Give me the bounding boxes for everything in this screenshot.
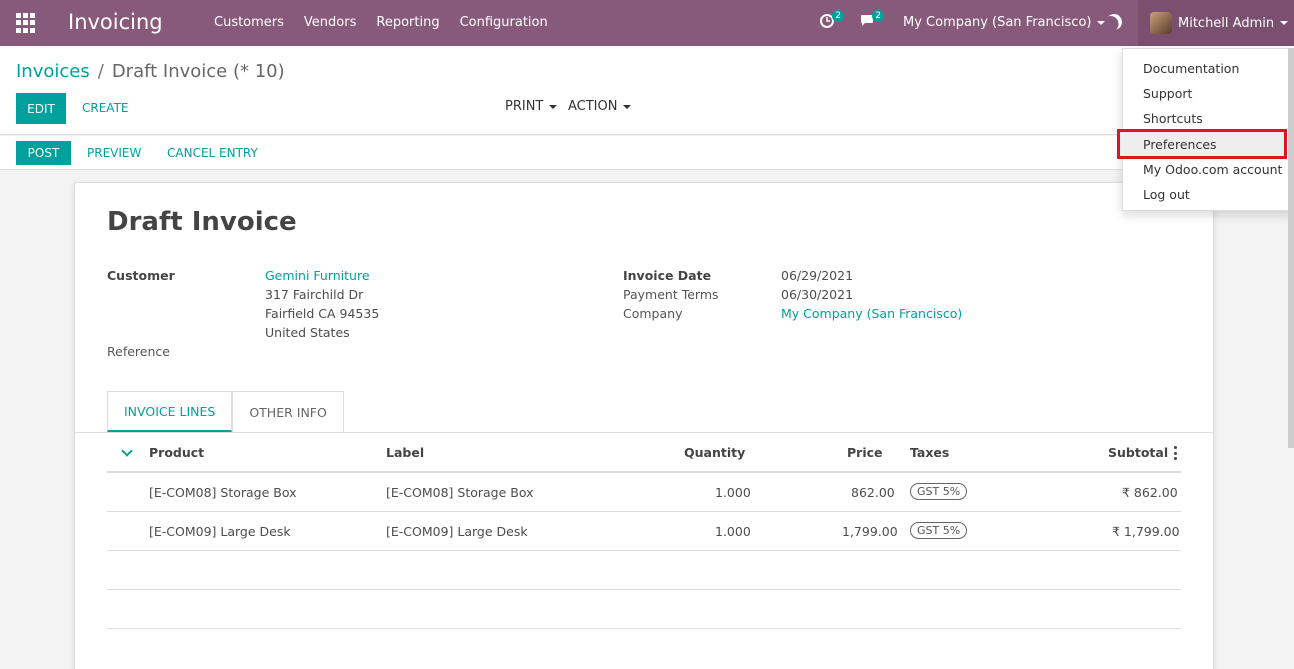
company-name: My Company (San Francisco) <box>903 15 1092 30</box>
user-name: Mitchell Admin <box>1178 15 1275 31</box>
avatar <box>1150 12 1172 34</box>
invoice-form-sheet: Draft Invoice Customer Gemini Furniture … <box>74 182 1214 669</box>
header-product[interactable]: Product <box>149 445 204 460</box>
chevron-down-icon <box>1280 21 1289 25</box>
messages-chat-icon[interactable]: 2 <box>860 10 884 32</box>
breadcrumb-separator: / <box>97 61 104 82</box>
chevron-down-icon <box>1097 20 1106 25</box>
tab-other-info[interactable]: OTHER INFO <box>232 391 344 432</box>
payment-terms-value: 06/30/2021 <box>781 287 854 302</box>
empty-table-row <box>107 590 1181 629</box>
cell-label: [E-COM09] Large Desk <box>386 524 528 539</box>
table-row[interactable]: [E-COM08] Storage Box [E-COM08] Storage … <box>107 473 1181 512</box>
cell-price: 1,799.00 <box>842 524 898 539</box>
top-navbar: Invoicing Customers Vendors Reporting Co… <box>0 0 1294 46</box>
activity-badge: 2 <box>832 10 844 22</box>
company-switcher[interactable]: My Company (San Francisco) <box>903 15 1106 30</box>
status-bar: POST PREVIEW CANCEL ENTRY <box>0 136 1294 170</box>
post-button[interactable]: POST <box>16 141 71 165</box>
optional-columns-kebab-icon[interactable] <box>1174 446 1178 460</box>
customer-address-line-2: Fairfield CA 94535 <box>265 306 380 321</box>
print-label: PRINT <box>505 99 544 114</box>
cell-product: [E-COM08] Storage Box <box>149 485 297 500</box>
control-panel: Invoices / Draft Invoice (* 10) EDIT CREAT… <box>0 46 1294 135</box>
tax-badge: GST 5% <box>910 483 968 500</box>
main-menu: Customers Vendors Reporting Configuratio… <box>214 15 548 30</box>
header-price[interactable]: Price <box>847 445 883 460</box>
header-subtotal[interactable]: Subtotal <box>1108 445 1168 460</box>
chevron-down-icon[interactable] <box>121 445 133 457</box>
header-label[interactable]: Label <box>386 445 424 460</box>
invoice-title: Draft Invoice <box>107 207 297 237</box>
breadcrumb-current: Draft Invoice (* 10) <box>111 61 285 82</box>
company-label: Company <box>623 306 683 321</box>
edit-button[interactable]: EDIT <box>16 93 66 124</box>
user-menu-toggle[interactable]: Mitchell Admin <box>1138 0 1294 46</box>
menu-item-preferences[interactable]: Preferences <box>1143 137 1217 152</box>
messages-badge: 2 <box>872 10 884 22</box>
breadcrumb-invoices-link[interactable]: Invoices <box>16 61 90 82</box>
form-tabs: INVOICE LINES OTHER INFO <box>107 391 344 432</box>
invoice-lines-table: Product Label Quantity Price Taxes Subto… <box>107 433 1181 629</box>
cell-quantity: 1.000 <box>715 524 751 539</box>
company-link[interactable]: My Company (San Francisco) <box>781 306 962 321</box>
dark-mode-moon-icon[interactable] <box>1103 11 1125 33</box>
customer-address-line-3: United States <box>265 325 350 340</box>
chevron-down-icon <box>623 104 632 109</box>
cell-subtotal: ₹ 1,799.00 <box>1112 524 1180 539</box>
cell-quantity: 1.000 <box>715 485 751 500</box>
tax-badge: GST 5% <box>910 522 968 539</box>
menu-item-logout[interactable]: Log out <box>1143 187 1190 202</box>
cell-product: [E-COM09] Large Desk <box>149 524 291 539</box>
invoice-date-label: Invoice Date <box>623 268 712 283</box>
action-dropdown[interactable]: ACTION <box>568 99 632 114</box>
table-header: Product Label Quantity Price Taxes Subto… <box>107 433 1181 473</box>
menu-item-odoo-account[interactable]: My Odoo.com account <box>1143 162 1282 177</box>
menu-item-documentation[interactable]: Documentation <box>1143 61 1239 76</box>
customer-label: Customer <box>107 268 175 283</box>
menu-vendors[interactable]: Vendors <box>304 15 356 30</box>
invoice-date-value: 06/29/2021 <box>781 268 854 283</box>
menu-item-support[interactable]: Support <box>1143 86 1192 101</box>
menu-reporting[interactable]: Reporting <box>376 15 439 30</box>
breadcrumb: Invoices / Draft Invoice (* 10) <box>16 61 285 82</box>
cell-label: [E-COM08] Storage Box <box>386 485 534 500</box>
app-title[interactable]: Invoicing <box>68 10 163 34</box>
preview-button[interactable]: PREVIEW <box>87 146 141 160</box>
user-dropdown-menu: Documentation Support Shortcuts Preferen… <box>1117 48 1294 211</box>
empty-table-row <box>107 551 1181 590</box>
page-scrollbar[interactable] <box>1288 48 1294 448</box>
menu-item-shortcuts[interactable]: Shortcuts <box>1143 111 1203 126</box>
header-quantity[interactable]: Quantity <box>684 445 745 460</box>
chevron-down-icon <box>549 104 558 109</box>
tab-invoice-lines[interactable]: INVOICE LINES <box>107 391 233 432</box>
table-row[interactable]: [E-COM09] Large Desk [E-COM09] Large Des… <box>107 512 1181 551</box>
payment-terms-label: Payment Terms <box>623 287 719 302</box>
create-button[interactable]: CREATE <box>82 101 129 115</box>
cell-price: 862.00 <box>851 485 895 500</box>
activity-clock-icon[interactable]: 2 <box>820 10 844 32</box>
header-taxes[interactable]: Taxes <box>910 445 949 460</box>
menu-configuration[interactable]: Configuration <box>460 15 548 30</box>
reference-label: Reference <box>107 344 170 359</box>
action-label: ACTION <box>568 99 618 114</box>
apps-menu-icon[interactable] <box>16 13 36 33</box>
customer-link[interactable]: Gemini Furniture <box>265 268 370 283</box>
print-dropdown[interactable]: PRINT <box>505 99 558 114</box>
customer-address-line-1: 317 Fairchild Dr <box>265 287 364 302</box>
menu-customers[interactable]: Customers <box>214 15 284 30</box>
cancel-entry-button[interactable]: CANCEL ENTRY <box>167 146 258 160</box>
cell-subtotal: ₹ 862.00 <box>1122 485 1178 500</box>
